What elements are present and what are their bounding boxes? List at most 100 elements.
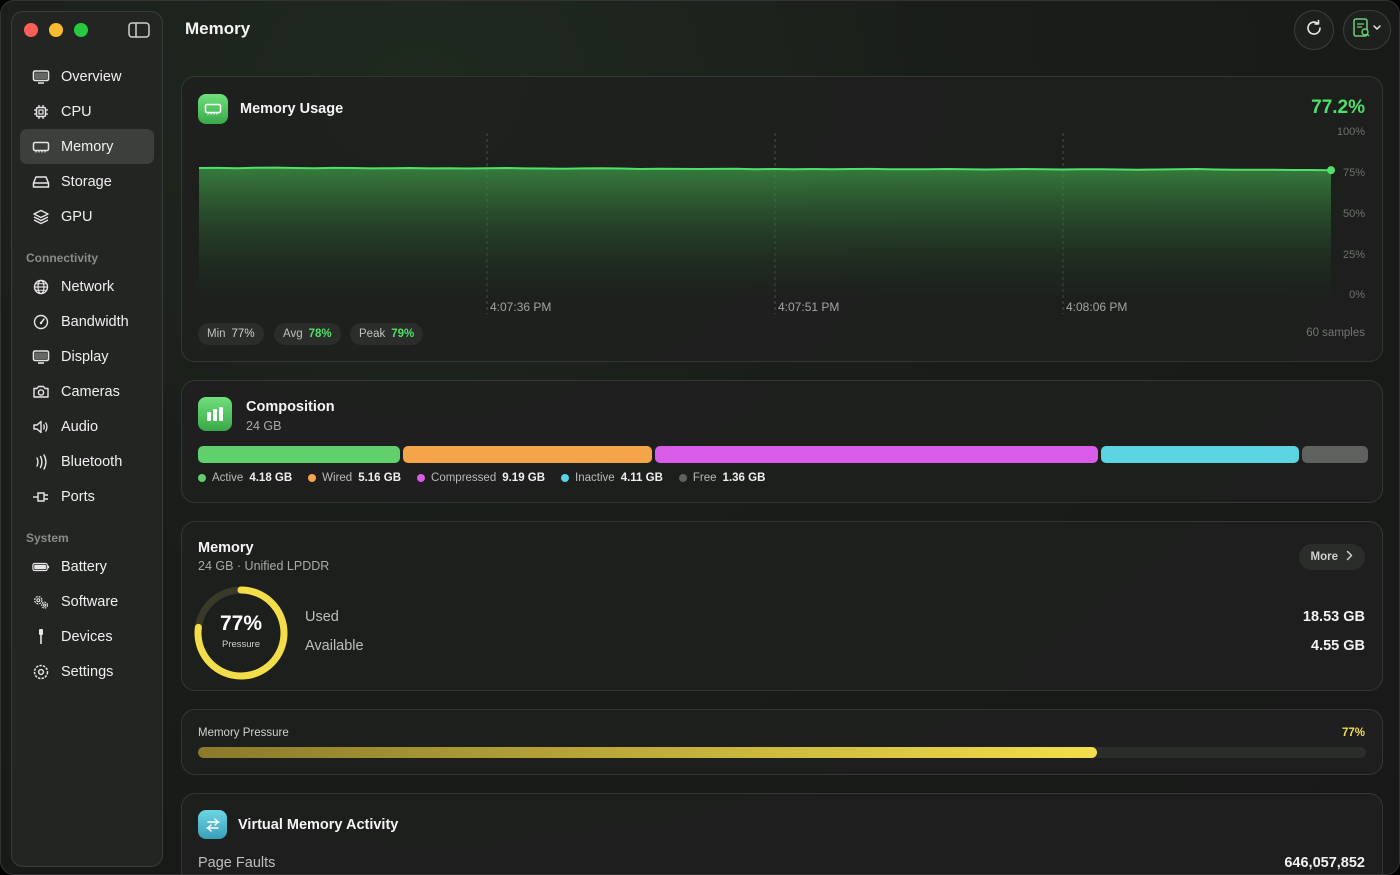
sidebar-item-ports[interactable]: Ports — [20, 479, 154, 514]
gpu-icon — [32, 208, 50, 226]
refresh-button[interactable] — [1294, 10, 1334, 50]
composition-card: Composition 24 GB Active 4.18 GB Wired 5.16… — [181, 380, 1383, 503]
composition-bar — [198, 446, 1369, 463]
legend-item-active: Active 4.18 GB — [198, 472, 292, 484]
legend-dot — [198, 474, 206, 482]
sidebar-item-cpu[interactable]: CPU — [20, 94, 154, 129]
virtual-memory-card: Virtual Memory Activity Page Faults 646,… — [181, 793, 1383, 874]
report-menu-button[interactable] — [1343, 10, 1391, 50]
sidebar-item-label: Ports — [61, 488, 95, 505]
sidebar-item-memory[interactable]: Memory — [20, 129, 154, 164]
sidebar-item-label: Cameras — [61, 383, 120, 400]
legend-value: 4.11 GB — [620, 472, 663, 484]
composition-segment-inactive — [1101, 446, 1300, 463]
sidebar-item-label: Battery — [61, 558, 107, 575]
sidebar-item-cameras[interactable]: Cameras — [20, 374, 154, 409]
composition-total: 24 GB — [246, 419, 282, 433]
chevron-right-icon — [1346, 550, 1353, 564]
usage-area — [199, 167, 1331, 296]
composition-legend: Active 4.18 GB Wired 5.16 GB Compressed 9.19 … — [198, 472, 765, 484]
bar-chart-icon — [198, 397, 232, 431]
card-title: Composition — [246, 399, 335, 415]
display-icon — [32, 68, 50, 86]
usb-icon — [32, 628, 50, 646]
sidebar-item-settings[interactable]: Settings — [20, 654, 154, 689]
sidebar-item-network[interactable]: Network — [20, 269, 154, 304]
sidebar: Overview CPU Memory Storage GPU Connecti… — [11, 11, 163, 867]
sidebar-item-label: Network — [61, 278, 115, 295]
memory-subtitle: 24 GB · Unified LPDDR — [198, 559, 330, 573]
available-label: Available — [305, 638, 364, 654]
page-title: Memory — [185, 19, 251, 38]
used-label: Used — [305, 609, 339, 625]
sidebar-item-overview[interactable]: Overview — [20, 59, 154, 94]
more-button[interactable]: More — [1298, 544, 1365, 570]
peak-stat-pill: Peak 79% — [350, 323, 424, 345]
min-value: 77% — [231, 328, 255, 340]
pressure-bar — [198, 747, 1366, 758]
gear-icon — [32, 663, 50, 681]
legend-dot — [561, 474, 570, 482]
page-faults-value: 646,057,852 — [1284, 855, 1365, 871]
refresh-icon — [1304, 18, 1324, 43]
sidebar-section-connectivity: Connectivity — [26, 251, 99, 265]
pressure-gauge-value: 77% — [219, 612, 263, 635]
stat-label: Peak — [359, 328, 386, 340]
x-tick-label: 4:07:51 PM — [778, 300, 840, 314]
gears-icon — [32, 593, 50, 611]
legend-item-wired: Wired 5.16 GB — [308, 472, 401, 484]
legend-label: Active — [212, 472, 244, 484]
memory-usage-chart — [198, 133, 1335, 314]
card-title: Virtual Memory Activity — [238, 817, 399, 833]
window-controls — [24, 23, 88, 37]
legend-dot — [417, 474, 426, 482]
legend-label: Inactive — [575, 472, 615, 484]
display-icon — [32, 348, 50, 366]
sidebar-item-label: CPU — [61, 103, 92, 120]
sidebar-item-label: Display — [61, 348, 109, 365]
peak-value: 79% — [391, 328, 415, 340]
usage-last-point — [1327, 166, 1335, 175]
x-tick-label: 4:07:36 PM — [490, 300, 552, 314]
app-window: Overview CPU Memory Storage GPU Connecti… — [0, 0, 1400, 875]
memory-pressure-card: Memory Pressure 77% — [181, 709, 1383, 775]
pressure-value: 77% — [1341, 727, 1365, 739]
legend-item-compressed: Compressed 9.19 GB — [417, 472, 545, 484]
legend-item-inactive: Inactive 4.11 GB — [561, 472, 663, 484]
legend-item-free: Free 1.36 GB — [678, 472, 765, 484]
sidebar-item-label: Storage — [61, 173, 112, 190]
pressure-label: Memory Pressure — [198, 727, 289, 739]
legend-label: Compressed — [431, 472, 497, 484]
avg-stat-pill: Avg 78% — [274, 323, 341, 345]
zoom-window-button[interactable] — [74, 23, 88, 37]
sidebar-nav: Overview CPU Memory Storage GPU Connecti… — [20, 59, 154, 689]
avg-value: 78% — [308, 328, 332, 340]
sidebar-item-software[interactable]: Software — [20, 584, 154, 619]
sidebar-item-label: Software — [61, 593, 119, 610]
sidebar-toggle-icon[interactable] — [128, 22, 150, 38]
close-window-button[interactable] — [24, 23, 38, 37]
sidebar-item-gpu[interactable]: GPU — [20, 199, 154, 234]
sidebar-section-system: System — [26, 531, 69, 545]
swap-arrows-icon — [198, 810, 227, 839]
sidebar-item-bluetooth[interactable]: Bluetooth — [20, 444, 154, 479]
legend-value: 4.18 GB — [249, 472, 293, 484]
legend-label: Free — [692, 472, 717, 484]
legend-label: Wired — [322, 472, 353, 484]
card-title: Memory — [198, 540, 254, 556]
camera-icon — [32, 383, 50, 401]
sidebar-item-audio[interactable]: Audio — [20, 409, 154, 444]
minimize-window-button[interactable] — [49, 23, 63, 37]
stat-label: Min — [207, 328, 226, 340]
report-icon — [1352, 17, 1382, 44]
sidebar-item-battery[interactable]: Battery — [20, 549, 154, 584]
sidebar-item-label: Audio — [61, 418, 99, 435]
sidebar-item-label: Bandwidth — [61, 313, 129, 330]
sidebar-item-display[interactable]: Display — [20, 339, 154, 374]
available-value: 4.55 GB — [1311, 638, 1365, 654]
sidebar-item-bandwidth[interactable]: Bandwidth — [20, 304, 154, 339]
sidebar-item-storage[interactable]: Storage — [20, 164, 154, 199]
memory-usage-card: Memory Usage 77.2% 100% 75% 50% 25% 0% 4… — [181, 76, 1383, 362]
memory-icon — [32, 138, 50, 156]
sidebar-item-devices[interactable]: Devices — [20, 619, 154, 654]
